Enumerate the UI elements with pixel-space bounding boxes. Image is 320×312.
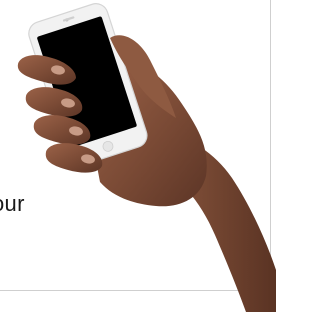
phone xyxy=(28,3,148,167)
hand-holding-phone-image xyxy=(17,3,276,312)
